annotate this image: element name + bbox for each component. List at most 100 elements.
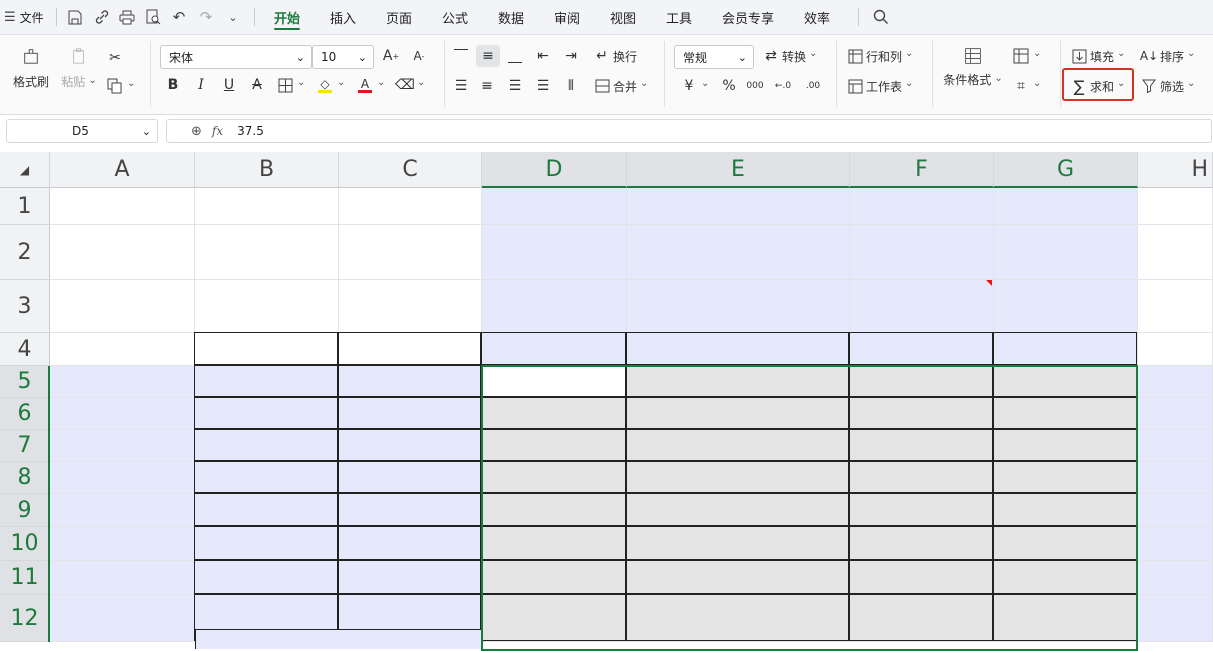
grid-cell[interactable]: [482, 280, 627, 333]
align-top-button[interactable]: ⎺: [452, 47, 470, 65]
increase-indent-button[interactable]: ⇥: [562, 47, 580, 65]
tab-review[interactable]: 审阅: [554, 0, 580, 34]
worksheet-button[interactable]: 工作表: [846, 77, 913, 95]
grid-cell[interactable]: [1138, 430, 1213, 462]
grid-cell[interactable]: [482, 188, 627, 225]
number-format-select[interactable]: 常规 ⌄: [674, 45, 754, 69]
tab-data[interactable]: 数据: [498, 0, 524, 34]
grid-cell[interactable]: [339, 188, 482, 225]
strikethrough-button[interactable]: A: [248, 76, 266, 94]
table-style-button[interactable]: ⌗: [1012, 77, 1041, 95]
conditional-format-button[interactable]: 条件格式: [942, 47, 1004, 88]
grid-cell[interactable]: [50, 595, 195, 642]
table-cell[interactable]: [194, 493, 338, 526]
increase-decimal-button[interactable]: ←.0: [774, 77, 792, 95]
font-color-button[interactable]: A: [356, 76, 385, 94]
grid-cell[interactable]: [850, 280, 994, 333]
tab-member[interactable]: 会员专享: [722, 0, 774, 34]
grid-cell[interactable]: [1138, 366, 1213, 398]
table-cell[interactable]: [338, 429, 481, 461]
print-button[interactable]: [118, 0, 136, 34]
wrap-text-button[interactable]: ↵ 换行: [593, 47, 637, 65]
row-header-4[interactable]: 4: [0, 333, 50, 366]
row-header-12[interactable]: 12: [0, 595, 50, 642]
table-cell[interactable]: [194, 560, 338, 594]
table-header-cell[interactable]: [626, 332, 849, 365]
tab-formula[interactable]: 公式: [442, 0, 468, 34]
select-all-corner[interactable]: ◢: [0, 152, 50, 188]
align-middle-button[interactable]: ≡: [476, 45, 500, 67]
currency-button[interactable]: ¥: [680, 77, 709, 95]
grid-cell[interactable]: [627, 188, 850, 225]
grid-cell[interactable]: [1138, 561, 1213, 595]
tab-home[interactable]: 开始: [274, 0, 301, 34]
print-preview-button[interactable]: [144, 0, 162, 34]
table-cell[interactable]: [338, 397, 481, 429]
tab-view[interactable]: 视图: [610, 0, 636, 34]
grid-cell[interactable]: [50, 494, 195, 527]
grid-cell[interactable]: [195, 188, 339, 225]
table-cell[interactable]: [194, 365, 338, 397]
grid-cell[interactable]: [627, 280, 850, 333]
column-header-e[interactable]: E: [627, 152, 850, 188]
table-cell[interactable]: [338, 493, 481, 526]
grid-cell[interactable]: [1138, 280, 1213, 333]
row-header-2[interactable]: 2: [0, 225, 50, 280]
table-header-cell[interactable]: [194, 332, 338, 365]
grid-cell[interactable]: [850, 225, 994, 280]
sort-button[interactable]: A↓ 排序: [1140, 47, 1195, 65]
table-header-cell[interactable]: [993, 332, 1137, 365]
table-cell[interactable]: [194, 429, 338, 461]
decrease-indent-button[interactable]: ⇤: [534, 47, 552, 65]
format-painter-button[interactable]: 格式刷: [12, 47, 50, 90]
grid-cell[interactable]: [1138, 527, 1213, 561]
rows-cols-button[interactable]: 行和列: [846, 47, 913, 65]
bold-button[interactable]: B: [164, 76, 182, 94]
file-menu[interactable]: ☰ 文件: [4, 0, 44, 34]
font-name-select[interactable]: 宋体 ⌄: [160, 45, 312, 69]
convert-button[interactable]: ⇄ 转换: [762, 47, 817, 65]
table-cell[interactable]: [338, 526, 481, 560]
name-box[interactable]: D5 ⌄: [6, 119, 158, 143]
justify-button[interactable]: ☰: [534, 77, 552, 95]
grid-cell[interactable]: [50, 225, 195, 280]
align-right-button[interactable]: ☰: [506, 77, 524, 95]
thousands-button[interactable]: 000: [746, 77, 764, 95]
comment-marker[interactable]: [986, 280, 992, 286]
row-header-1[interactable]: 1: [0, 188, 50, 225]
grid-cell[interactable]: [994, 225, 1138, 280]
search-button[interactable]: [872, 0, 890, 34]
grid-cell[interactable]: [50, 280, 195, 333]
grid-cell[interactable]: [627, 225, 850, 280]
font-size-select[interactable]: 10 ⌄: [312, 45, 374, 69]
grid-cell[interactable]: [50, 366, 195, 398]
italic-button[interactable]: I: [192, 76, 210, 94]
cut-button[interactable]: ✂: [106, 49, 124, 67]
grid-cell[interactable]: [994, 280, 1138, 333]
underline-button[interactable]: U: [220, 76, 238, 94]
copy-button[interactable]: [106, 77, 135, 95]
share-button[interactable]: [93, 0, 111, 34]
grid-cell[interactable]: [1138, 188, 1213, 225]
row-header-8[interactable]: 8: [0, 462, 50, 494]
column-header-a[interactable]: A: [50, 152, 195, 188]
table-cell[interactable]: [338, 365, 481, 397]
grid-cell[interactable]: [339, 280, 482, 333]
grid-cell[interactable]: [1138, 398, 1213, 430]
column-header-f[interactable]: F: [850, 152, 994, 188]
table-header-cell[interactable]: [338, 332, 481, 365]
grid-cell[interactable]: [50, 333, 195, 366]
redo-button[interactable]: ↷: [197, 0, 215, 34]
grid-cell[interactable]: [1138, 462, 1213, 494]
filter-button[interactable]: 筛选: [1140, 77, 1195, 95]
grid-cell[interactable]: [50, 561, 195, 595]
row-header-7[interactable]: 7: [0, 430, 50, 462]
grid-cell[interactable]: [1138, 595, 1213, 642]
grid-cell[interactable]: [850, 188, 994, 225]
fill-button[interactable]: 填充: [1070, 47, 1125, 65]
row-header-11[interactable]: 11: [0, 561, 50, 595]
grid-cell[interactable]: [50, 430, 195, 462]
grid-cell[interactable]: [50, 527, 195, 561]
row-header-5[interactable]: 5: [0, 366, 50, 398]
grid-cell[interactable]: [50, 398, 195, 430]
